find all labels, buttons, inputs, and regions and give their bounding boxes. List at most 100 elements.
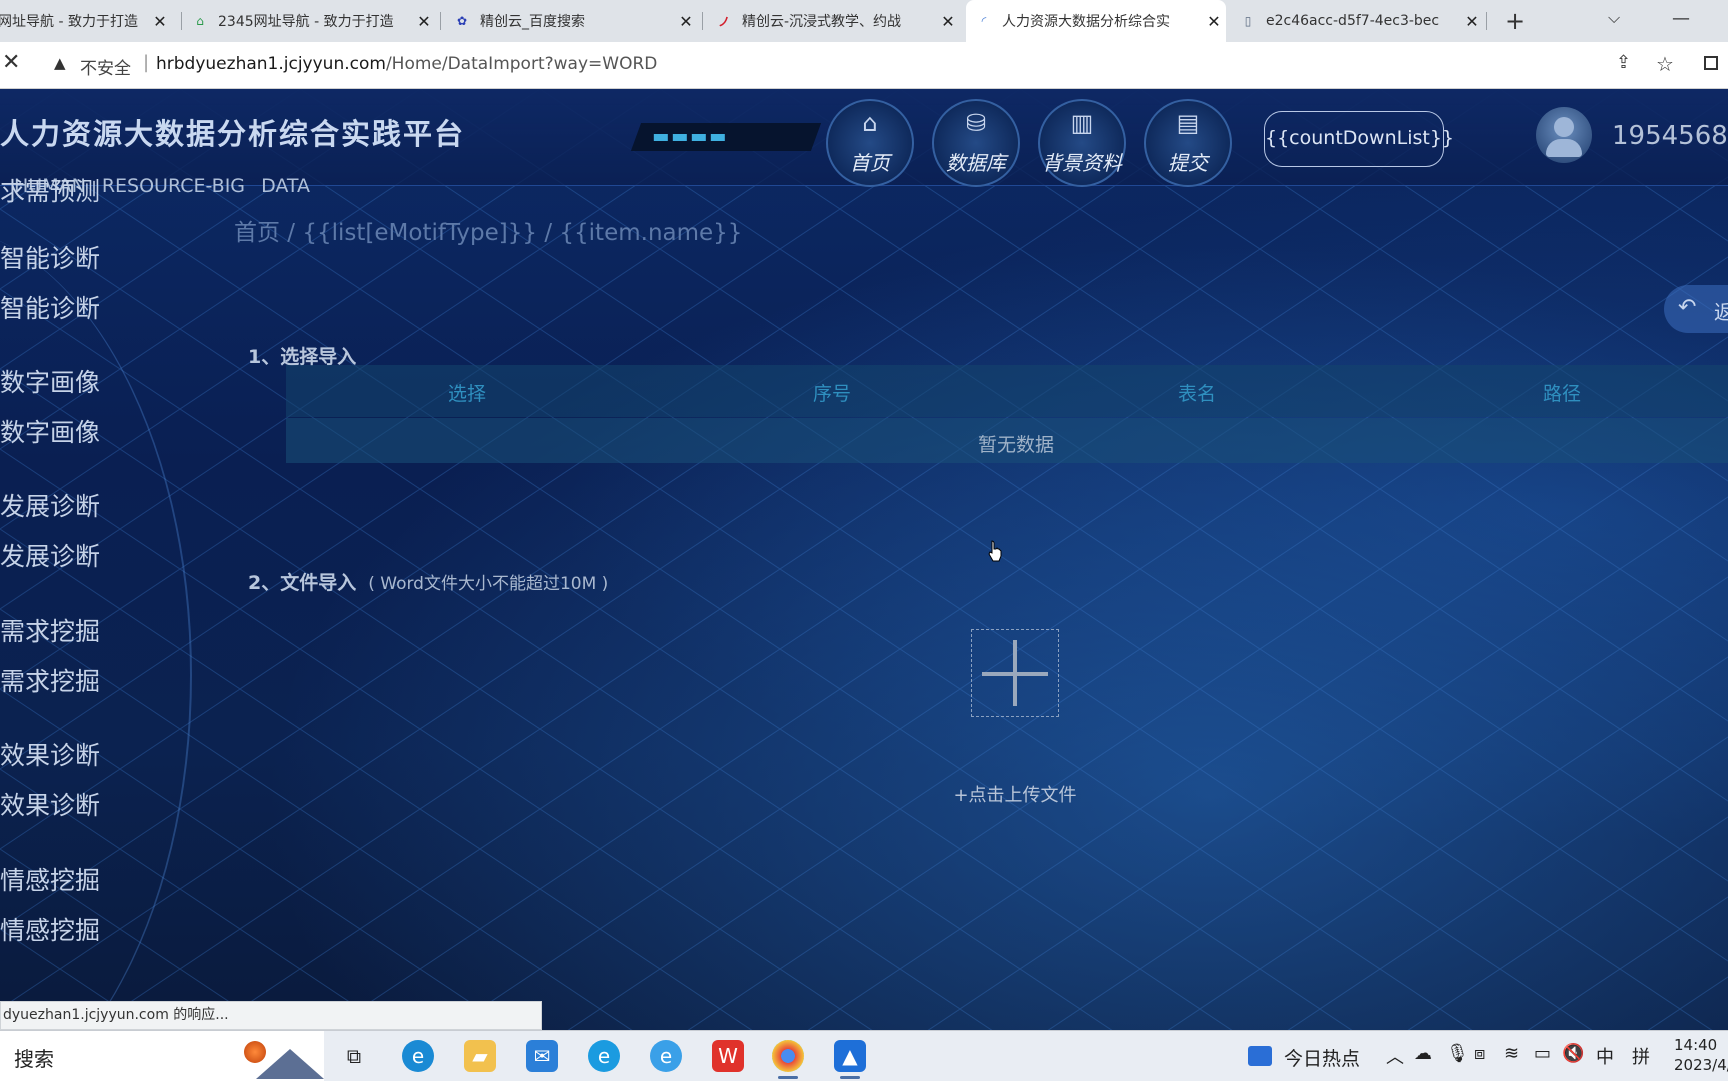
windows-taskbar: 搜索 ⧉ e ▰ ✉ e e W ▲ 今日热点 ︿ ☁ 🎙 ⧈ ≋ ▭ 🔇 中 … bbox=[0, 1030, 1728, 1081]
site-header: 人力资源大数据分析综合实践平台 ⌂ 首页 ⛁ 数据库 ▥ 背景资料 ▤ 提交 {… bbox=[0, 89, 1728, 187]
sidebar-item[interactable]: 发展诊断 bbox=[0, 537, 100, 573]
wps-office-icon[interactable]: W bbox=[712, 1040, 744, 1072]
search-label: 搜索 bbox=[14, 1047, 54, 1071]
jingchuang-logo-icon: ノ bbox=[717, 14, 730, 29]
new-tab-plus-icon[interactable]: + bbox=[1500, 6, 1530, 36]
document-icon: ▯ bbox=[1244, 14, 1252, 28]
share-icon[interactable]: ⇪ bbox=[1616, 52, 1631, 73]
upload-label[interactable]: +点击上传文件 bbox=[900, 781, 1130, 807]
bookmark-star-icon[interactable]: ☆ bbox=[1656, 52, 1674, 76]
browser-tab-strip: 网址导航 - 致力于打造 ✕ ⌂ 2345网址导航 - 致力于打造 ✕ ✿ 精创… bbox=[0, 0, 1728, 42]
tab-search-chevron-icon[interactable]: ⌵ bbox=[1608, 8, 1620, 28]
browser-tab-4[interactable]: ノ 精创云-沉浸式教学、约战 ✕ bbox=[706, 0, 960, 42]
breadcrumb[interactable]: 首页 / {{list[eMotifType]}} / {{item.name}… bbox=[234, 213, 742, 247]
sidebar: 求需预测 智能诊断 智能诊断 数字画像 数字画像 发展诊断 发展诊断 需求挖掘 … bbox=[0, 177, 200, 1030]
page-content: 人力资源大数据分析综合实践平台 ⌂ 首页 ⛁ 数据库 ▥ 背景资料 ▤ 提交 {… bbox=[0, 89, 1728, 1030]
nav-submit-button[interactable]: ▤ 提交 bbox=[1144, 99, 1232, 187]
username[interactable]: 19545686 bbox=[1612, 121, 1728, 151]
sidebar-item[interactable]: 数字画像 bbox=[0, 363, 100, 399]
wifi-icon[interactable]: ≋ bbox=[1504, 1043, 1519, 1064]
countdown-timer: {{countDownList}} bbox=[1264, 111, 1454, 167]
taskbar-search-box[interactable]: 搜索 bbox=[0, 1031, 324, 1081]
header-decoration bbox=[630, 123, 822, 151]
baidu-paw-icon: ✿ bbox=[456, 14, 468, 28]
sidebar-item[interactable]: 情感挖掘 bbox=[0, 861, 100, 897]
address-bar: ✕ ▲ 不安全 | hrbdyuezhan1.jcjyyun.com/Home/… bbox=[0, 42, 1728, 89]
house-favicon-icon: ⌂ bbox=[196, 14, 204, 28]
sidebar-item[interactable]: 效果诊断 bbox=[0, 736, 100, 772]
edge-icon[interactable]: e bbox=[402, 1040, 434, 1072]
internet-explorer-icon[interactable]: e bbox=[650, 1040, 682, 1072]
stop-loading-icon[interactable]: ✕ bbox=[2, 50, 20, 75]
close-icon[interactable]: ✕ bbox=[1202, 12, 1226, 31]
tab-separator bbox=[1486, 12, 1487, 30]
url-field[interactable]: hrbdyuezhan1.jcjyyun.com/Home/DataImport… bbox=[156, 54, 657, 74]
nav-background-button[interactable]: ▥ 背景资料 bbox=[1038, 99, 1126, 187]
security-label[interactable]: 不安全 bbox=[80, 54, 131, 79]
mail-icon[interactable]: ✉ bbox=[526, 1040, 558, 1072]
table-empty-row: 暂无数据 bbox=[286, 418, 1728, 463]
tab-separator bbox=[440, 12, 441, 30]
nav-database-button[interactable]: ⛁ 数据库 bbox=[932, 99, 1020, 187]
file-size-note: ( Word文件大小不能超过10M ) bbox=[368, 574, 609, 594]
onedrive-cloud-icon[interactable]: ☁ bbox=[1414, 1043, 1432, 1064]
column-header: 路径 bbox=[1542, 383, 1581, 405]
close-icon[interactable]: ✕ bbox=[148, 12, 172, 31]
ime-language-indicator[interactable]: 中 bbox=[1596, 1043, 1614, 1069]
device-icon[interactable]: ⧈ bbox=[1474, 1043, 1485, 1064]
sidebar-item[interactable]: 智能诊断 bbox=[0, 289, 100, 325]
user-avatar[interactable] bbox=[1536, 107, 1592, 163]
tray-overflow-chevron-icon[interactable]: ︿ bbox=[1386, 1043, 1404, 1069]
ime-mode-indicator[interactable]: 拼 bbox=[1632, 1043, 1650, 1069]
search-highlight-mountain-icon bbox=[256, 1049, 324, 1079]
sidebar-item[interactable]: 效果诊断 bbox=[0, 786, 100, 822]
nav-label: 首页 bbox=[850, 151, 890, 175]
warning-triangle-icon[interactable]: ▲ bbox=[54, 54, 66, 72]
taskbar-clock[interactable]: 14:40 2023/4/ bbox=[1674, 1035, 1728, 1075]
meeting-app-icon[interactable]: ▲ bbox=[834, 1040, 866, 1079]
browser-tab-3[interactable]: ✿ 精创云_百度搜索 ✕ bbox=[444, 0, 698, 42]
empty-text: 暂无数据 bbox=[977, 434, 1054, 456]
column-header: 序号 bbox=[812, 383, 851, 405]
browser-tab-2[interactable]: ⌂ 2345网址导航 - 致力于打造 ✕ bbox=[182, 0, 436, 42]
back-label: 返 bbox=[1714, 300, 1728, 324]
sidebar-item[interactable]: 求需预测 bbox=[0, 172, 100, 208]
clock-date: 2023/4/ bbox=[1674, 1056, 1728, 1074]
browser-tab-6[interactable]: ▯ e2c46acc-d5f7-4ec3-bec ✕ bbox=[1230, 0, 1484, 42]
section-file-import-title: 2、文件导入 ( Word文件大小不能超过10M ) bbox=[248, 568, 608, 595]
microphone-icon[interactable]: 🎙 bbox=[1446, 1043, 1469, 1064]
nav-label: 背景资料 bbox=[1042, 151, 1122, 175]
column-header: 选择 bbox=[447, 383, 486, 405]
sidebar-item[interactable]: 需求挖掘 bbox=[0, 662, 100, 698]
back-button[interactable]: ↶ 返 bbox=[1664, 285, 1728, 333]
close-icon[interactable]: ✕ bbox=[674, 12, 698, 31]
plus-icon-vertical bbox=[1013, 640, 1017, 706]
browser-tab-active[interactable]: ◜ 人力资源大数据分析综合实 ✕ bbox=[966, 0, 1226, 42]
sidebar-item[interactable]: 数字画像 bbox=[0, 413, 100, 449]
sidebar-item[interactable]: 发展诊断 bbox=[0, 487, 100, 523]
sidebar-item[interactable]: 需求挖掘 bbox=[0, 612, 100, 648]
tab-title: 2345网址导航 - 致力于打造 bbox=[218, 14, 394, 30]
tab-title: e2c46acc-d5f7-4ec3-bec bbox=[1266, 13, 1440, 29]
battery-icon[interactable]: ▭ bbox=[1534, 1043, 1551, 1064]
minimize-icon[interactable]: — bbox=[1672, 8, 1690, 29]
chrome-icon[interactable] bbox=[772, 1040, 804, 1079]
legacy-edge-icon[interactable]: e bbox=[588, 1040, 620, 1072]
file-explorer-icon[interactable]: ▰ bbox=[464, 1040, 496, 1072]
browser-tab-1[interactable]: 网址导航 - 致力于打造 ✕ bbox=[0, 0, 172, 42]
upload-button[interactable] bbox=[971, 629, 1059, 717]
sidebar-item[interactable]: 情感挖掘 bbox=[0, 911, 100, 947]
sidebar-item[interactable]: 智能诊断 bbox=[0, 239, 100, 275]
close-icon[interactable]: ✕ bbox=[1460, 12, 1484, 31]
side-panel-icon[interactable] bbox=[1704, 56, 1718, 70]
books-icon: ▥ bbox=[1070, 109, 1094, 137]
close-icon[interactable]: ✕ bbox=[936, 12, 960, 31]
volume-muted-icon[interactable]: 🔇 bbox=[1562, 1043, 1584, 1064]
loading-spinner-icon: ◜ bbox=[981, 14, 987, 28]
home-icon: ⌂ bbox=[862, 109, 878, 137]
status-bubble: dyuezhan1.jcjyyun.com 的响应... bbox=[0, 1001, 542, 1030]
task-view-icon[interactable]: ⧉ bbox=[338, 1040, 370, 1072]
close-icon[interactable]: ✕ bbox=[412, 12, 436, 31]
nav-home-button[interactable]: ⌂ 首页 bbox=[826, 99, 914, 187]
news-widget-label[interactable]: 今日热点 bbox=[1284, 1044, 1360, 1071]
